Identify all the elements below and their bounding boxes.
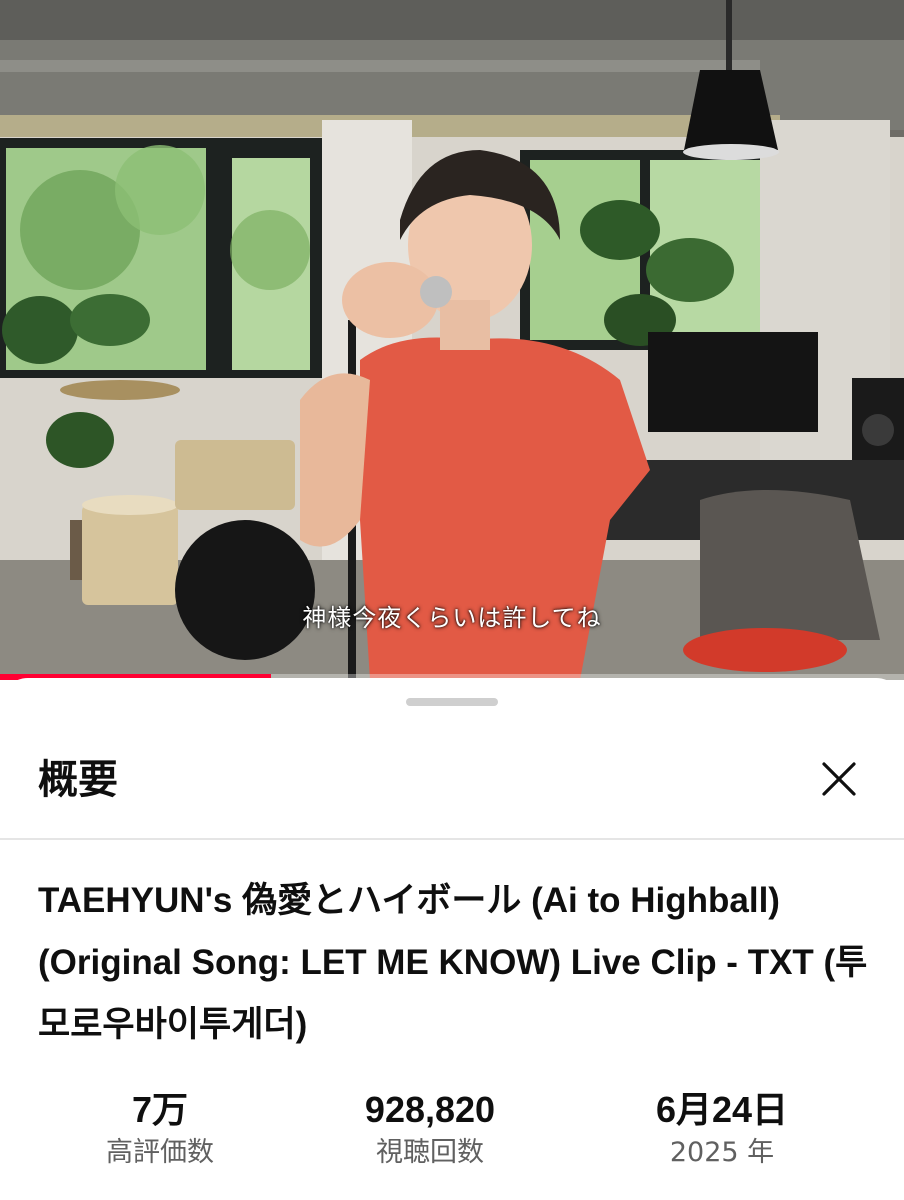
close-button[interactable] [812, 752, 866, 806]
likes-label: 高評価数 [106, 1137, 214, 1168]
description-sheet: 概要 TAEHYUN's 偽愛とハイボール (Ai to Highball) (… [0, 678, 904, 1200]
upload-year: 2025 年 [669, 1137, 775, 1168]
upload-date: 6月24日 [655, 1089, 789, 1130]
views-stat: 928,820 視聴回数 [320, 1088, 540, 1172]
video-player[interactable]: 神様今夜くらいは許してね [0, 0, 904, 680]
likes-count: 7万 [131, 1089, 189, 1130]
panel-heading: 概要 [38, 757, 118, 803]
likes-stat: 7万 高評価数 [50, 1088, 270, 1172]
views-count: 928,820 [364, 1089, 496, 1130]
close-icon [822, 762, 856, 796]
divider [0, 838, 904, 840]
video-frame [0, 0, 904, 680]
video-subtitle: 神様今夜くらいは許してね [302, 604, 602, 632]
views-label: 視聴回数 [376, 1137, 484, 1168]
video-title: TAEHYUN's 偽愛とハイボール (Ai to Highball) (Ori… [38, 881, 868, 1044]
drag-handle[interactable] [406, 698, 498, 706]
date-stat: 6月24日 2025 年 [612, 1088, 832, 1172]
